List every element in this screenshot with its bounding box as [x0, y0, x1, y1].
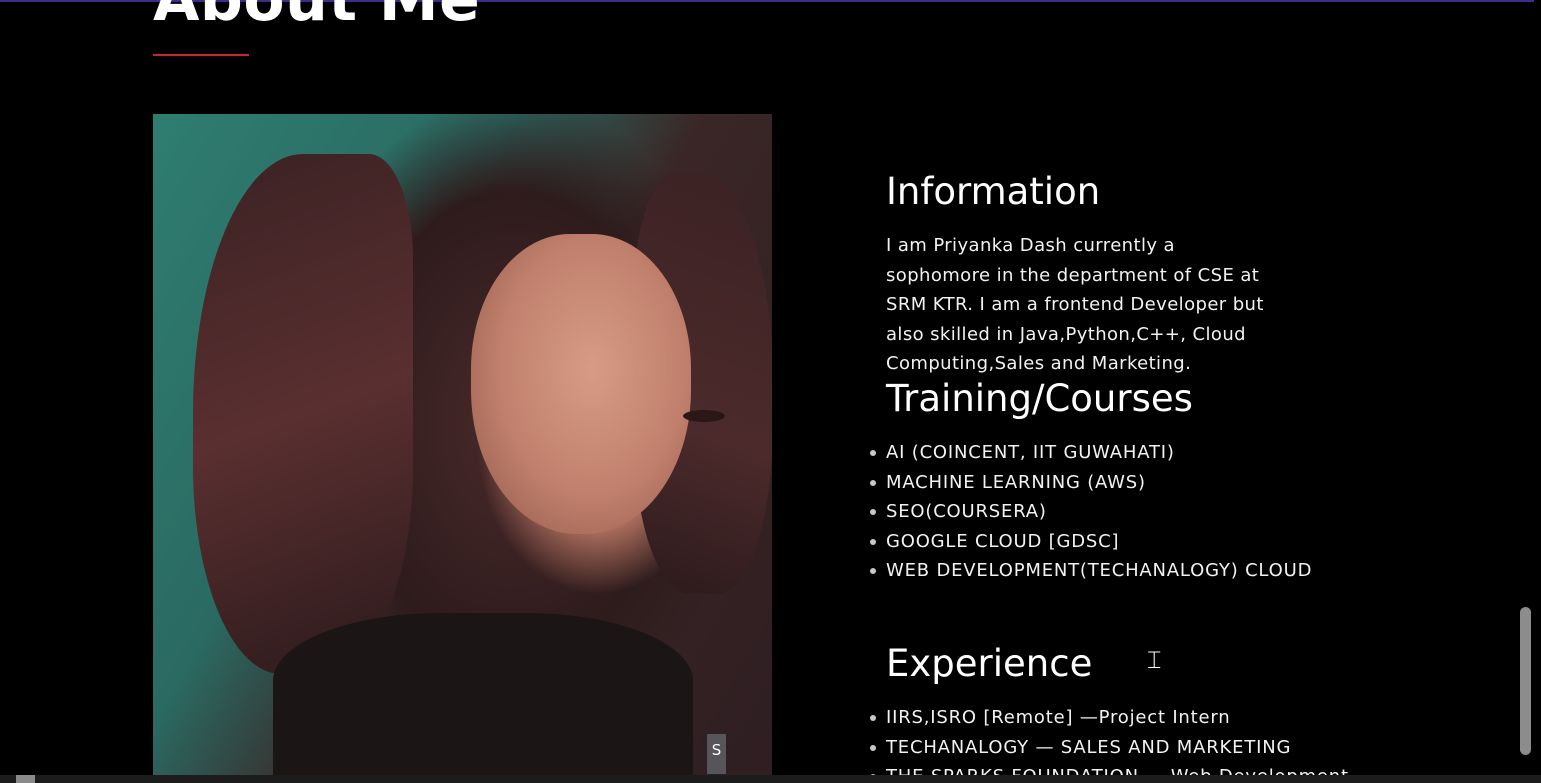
information-heading: Information	[886, 170, 1101, 213]
experience-heading: Experience	[886, 642, 1093, 685]
experience-item: TECHANALOGY — SALES AND MARKETING	[870, 733, 1349, 763]
photo-shirt	[273, 613, 693, 783]
training-item: WEB DEVELOPMENT(TECHANALOGY) CLOUD	[870, 556, 1312, 586]
training-item: AI (COINCENT, IIT GUWAHATI)	[870, 438, 1312, 468]
training-heading: Training/Courses	[886, 377, 1193, 420]
experience-item: IIRS,ISRO [Remote] —Project Intern	[870, 703, 1349, 733]
section-title: About Me	[153, 0, 481, 35]
information-text: I am Priyanka Dash currently a sophomore…	[886, 235, 1264, 374]
experience-list: IIRS,ISRO [Remote] —Project Intern TECHA…	[870, 703, 1349, 783]
vertical-scrollbar-thumb[interactable]	[1520, 607, 1531, 755]
profile-photo	[153, 114, 772, 783]
training-item: MACHINE LEARNING (AWS)	[870, 468, 1312, 498]
text-cursor-icon: ⌶	[1147, 646, 1162, 674]
training-item: SEO(COURSERA)	[870, 497, 1312, 527]
photo-tooltip: S	[707, 734, 726, 774]
training-item: GOOGLE CLOUD [GDSC]	[870, 527, 1312, 557]
photo-hair-left	[193, 154, 413, 674]
photo-face	[471, 234, 725, 534]
horizontal-scrollbar-thumb[interactable]	[16, 775, 35, 783]
photo-eye-left	[683, 410, 725, 422]
title-underline	[153, 54, 249, 56]
horizontal-scrollbar[interactable]	[0, 775, 1541, 783]
training-list: AI (COINCENT, IIT GUWAHATI) MACHINE LEAR…	[870, 438, 1312, 586]
